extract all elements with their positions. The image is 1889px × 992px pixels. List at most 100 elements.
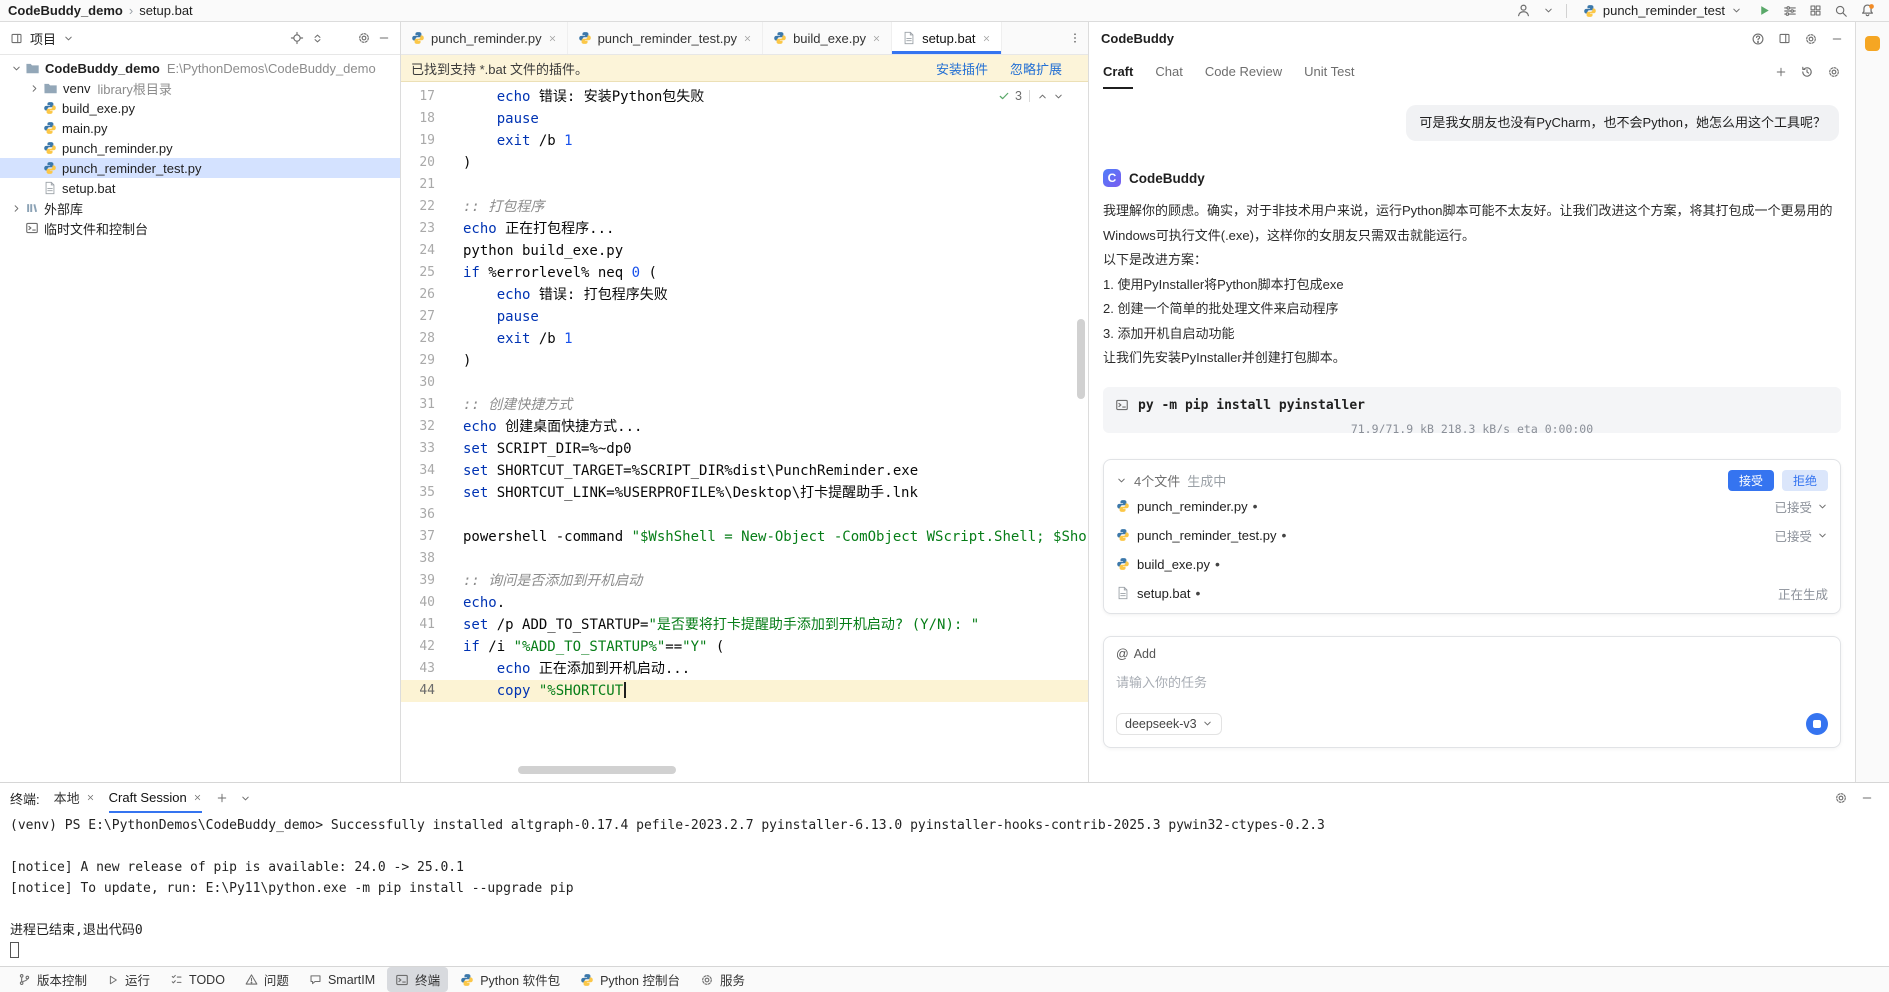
task-input-card[interactable]: @ Add 请输入你的任务 deepseek-v3	[1103, 636, 1841, 748]
editor-tab-punch_reminder.py[interactable]: punch_reminder.py	[401, 22, 568, 54]
panel-settings-icon[interactable]	[357, 31, 371, 45]
statusbar-item-服务[interactable]: 服务	[692, 967, 753, 992]
tree-item-临时文件和控制台[interactable]: 临时文件和控制台	[0, 218, 400, 238]
code-line-23[interactable]: 23echo 正在打包程序...	[401, 218, 1088, 240]
user-chevron-icon[interactable]	[1543, 5, 1554, 16]
tree-item-main.py[interactable]: main.py	[0, 118, 400, 138]
statusbar-item-Python 控制台[interactable]: Python 控制台	[572, 967, 688, 992]
generated-file-setup.bat[interactable]: setup.bat•正在生成	[1116, 580, 1828, 607]
context-chip[interactable]: @ Add	[1116, 647, 1828, 661]
locate-file-icon[interactable]	[290, 31, 304, 45]
statusbar-item-TODO[interactable]: TODO	[162, 970, 233, 990]
inspections-widget[interactable]: 3	[994, 88, 1068, 104]
editor-tab-setup.bat[interactable]: setup.bat	[892, 22, 1002, 54]
breadcrumb-project[interactable]: CodeBuddy_demo	[8, 3, 123, 18]
run-button[interactable]	[1758, 4, 1771, 17]
code-line-41[interactable]: 41set /p ADD_TO_STARTUP="是否要将打卡提醒助手添加到开机…	[401, 614, 1088, 636]
project-title-chevron-icon[interactable]	[63, 33, 74, 44]
new-session-icon[interactable]	[1775, 66, 1787, 78]
tab-close-icon[interactable]	[548, 34, 557, 43]
horizontal-scrollbar[interactable]	[518, 766, 676, 774]
code-line-39[interactable]: 39:: 询问是否添加到开机启动	[401, 570, 1088, 592]
terminal-output[interactable]: (venv) PS E:\PythonDemos\CodeBuddy_demo>…	[0, 813, 1889, 966]
statusbar-item-Python 软件包[interactable]: Python 软件包	[452, 967, 568, 992]
code-line-38[interactable]: 38	[401, 548, 1088, 570]
notifications-bell-icon[interactable]	[1860, 3, 1875, 18]
assistant-tab-Unit Test[interactable]: Unit Test	[1304, 55, 1354, 89]
editor-tab-build_exe.py[interactable]: build_exe.py	[763, 22, 892, 54]
code-line-17[interactable]: 17 echo 错误: 安装Python包失败	[401, 86, 1088, 108]
expand-diff-icon[interactable]	[1817, 530, 1828, 541]
terminal-tab-Craft Session[interactable]: Craft Session	[109, 783, 202, 813]
ignore-extension-link[interactable]: 忽略扩展	[1010, 59, 1062, 78]
install-plugin-link[interactable]: 安装插件	[936, 59, 988, 78]
code-line-32[interactable]: 32echo 创建桌面快捷方式...	[401, 416, 1088, 438]
plugin-stripe-icon[interactable]	[1865, 36, 1880, 51]
code-line-27[interactable]: 27 pause	[401, 306, 1088, 328]
tree-item-setup.bat[interactable]: setup.bat	[0, 178, 400, 198]
code-line-25[interactable]: 25if %errorlevel% neq 0 (	[401, 262, 1088, 284]
project-panel-title[interactable]: 项目	[30, 29, 56, 48]
user-icon[interactable]	[1516, 3, 1531, 18]
vertical-scrollbar[interactable]	[1077, 319, 1085, 399]
terminal-settings-icon[interactable]	[1834, 791, 1848, 805]
help-icon[interactable]	[1751, 32, 1765, 46]
tab-close-icon[interactable]	[86, 793, 95, 802]
tree-item-punch_reminder.py[interactable]: punch_reminder.py	[0, 138, 400, 158]
code-line-37[interactable]: 37powershell -command "$WshShell = New-O…	[401, 526, 1088, 548]
statusbar-item-问题[interactable]: 问题	[237, 967, 297, 992]
statusbar-item-运行[interactable]: 运行	[99, 967, 158, 992]
tree-chevron-icon[interactable]	[26, 83, 43, 94]
code-line-42[interactable]: 42if /i "%ADD_TO_STARTUP%"=="Y" (	[401, 636, 1088, 658]
statusbar-item-SmartIM[interactable]: SmartIM	[301, 970, 383, 990]
model-selector[interactable]: deepseek-v3	[1116, 713, 1222, 735]
code-line-36[interactable]: 36	[401, 504, 1088, 526]
assistant-settings-icon[interactable]	[1804, 32, 1818, 46]
code-line-21[interactable]: 21	[401, 174, 1088, 196]
run-config-selector[interactable]: punch_reminder_test	[1579, 3, 1746, 18]
session-settings-icon[interactable]	[1827, 65, 1841, 79]
code-line-44[interactable]: 44 copy "%SHORTCUT	[401, 680, 1088, 702]
tab-close-icon[interactable]	[193, 793, 202, 802]
more-tools-icon[interactable]	[1783, 4, 1797, 18]
assistant-tab-Chat[interactable]: Chat	[1155, 55, 1182, 89]
breadcrumb-file[interactable]: setup.bat	[139, 3, 193, 18]
reject-all-button[interactable]: 拒绝	[1782, 470, 1828, 491]
code-line-28[interactable]: 28 exit /b 1	[401, 328, 1088, 350]
code-line-18[interactable]: 18 pause	[401, 108, 1088, 130]
code-editor[interactable]: 17 echo 错误: 安装Python包失败18 pause19 exit /…	[401, 82, 1088, 782]
code-line-26[interactable]: 26 echo 错误: 打包程序失败	[401, 284, 1088, 306]
code-line-22[interactable]: 22:: 打包程序	[401, 196, 1088, 218]
command-block[interactable]: py -m pip install pyinstaller 71.9/71.9 …	[1103, 387, 1841, 433]
code-line-40[interactable]: 40echo.	[401, 592, 1088, 614]
hidden-tabs-icon[interactable]	[1062, 31, 1088, 45]
terminal-dropdown-icon[interactable]	[240, 793, 251, 804]
next-issue-icon[interactable]	[1053, 91, 1064, 102]
tab-close-icon[interactable]	[982, 34, 991, 43]
terminal-cursor-line[interactable]	[10, 941, 1879, 962]
code-line-31[interactable]: 31:: 创建快捷方式	[401, 394, 1088, 416]
tree-chevron-icon[interactable]	[8, 63, 25, 74]
tree-chevron-icon[interactable]	[8, 203, 25, 214]
assistant-tab-Craft[interactable]: Craft	[1103, 55, 1133, 89]
history-icon[interactable]	[1800, 65, 1814, 79]
generated-file-build_exe.py[interactable]: build_exe.py•	[1116, 551, 1828, 578]
assistant-tab-Code Review[interactable]: Code Review	[1205, 55, 1282, 89]
code-line-34[interactable]: 34set SHORTCUT_TARGET=%SCRIPT_DIR%dist\P…	[401, 460, 1088, 482]
terminal-tab-本地[interactable]: 本地	[54, 783, 95, 813]
statusbar-item-终端[interactable]: 终端	[387, 967, 448, 992]
search-icon[interactable]	[1834, 4, 1848, 18]
new-terminal-icon[interactable]	[216, 792, 228, 804]
code-line-19[interactable]: 19 exit /b 1	[401, 130, 1088, 152]
code-line-30[interactable]: 30	[401, 372, 1088, 394]
tree-item-venv[interactable]: venvlibrary根目录	[0, 78, 400, 98]
layout-icon[interactable]	[1778, 32, 1791, 45]
expand-diff-icon[interactable]	[1817, 501, 1828, 512]
editor-tab-punch_reminder_test.py[interactable]: punch_reminder_test.py	[568, 22, 763, 54]
task-input-placeholder[interactable]: 请输入你的任务	[1116, 672, 1828, 691]
code-line-29[interactable]: 29)	[401, 350, 1088, 372]
code-line-35[interactable]: 35set SHORTCUT_LINK=%USERPROFILE%\Deskto…	[401, 482, 1088, 504]
tree-item-build_exe.py[interactable]: build_exe.py	[0, 98, 400, 118]
tree-item-punch_reminder_test.py[interactable]: punch_reminder_test.py	[0, 158, 400, 178]
files-collapse-icon[interactable]	[1116, 475, 1127, 486]
